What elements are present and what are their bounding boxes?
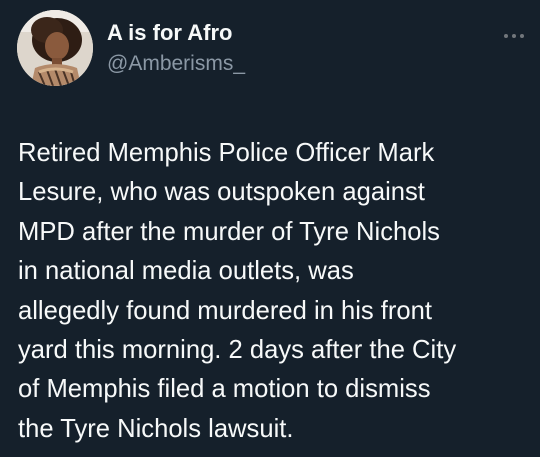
dot (504, 34, 508, 38)
dot (512, 34, 516, 38)
tweet-text-line: Lesure, who was outspoken against (18, 178, 425, 207)
tweet-text-line: the Tyre Nichols lawsuit. (18, 414, 294, 443)
tweet-text-line: in national media outlets, was (18, 257, 354, 286)
avatar[interactable] (17, 10, 93, 86)
dot (520, 34, 524, 38)
display-name[interactable]: A is for Afro (107, 19, 232, 47)
tweet-card: A is for Afro @Amberisms_ Retired Memphi… (0, 0, 540, 457)
tweet-text-line: of Memphis filed a motion to dismiss (18, 375, 431, 404)
profile-photo-icon (17, 10, 93, 86)
tweet-text: Retired Memphis Police Officer Mark Lesu… (18, 134, 528, 449)
more-options-icon[interactable] (504, 31, 524, 41)
tweet-text-line: yard this morning. 2 days after the City (18, 336, 457, 365)
tweet-text-line: allegedly found murdered in his front (18, 296, 433, 325)
tweet-text-line: Retired Memphis Police Officer Mark (18, 139, 435, 167)
tweet-text-line: MPD after the murder of Tyre Nichols (18, 217, 440, 246)
username-handle[interactable]: @Amberisms_ (107, 51, 245, 77)
